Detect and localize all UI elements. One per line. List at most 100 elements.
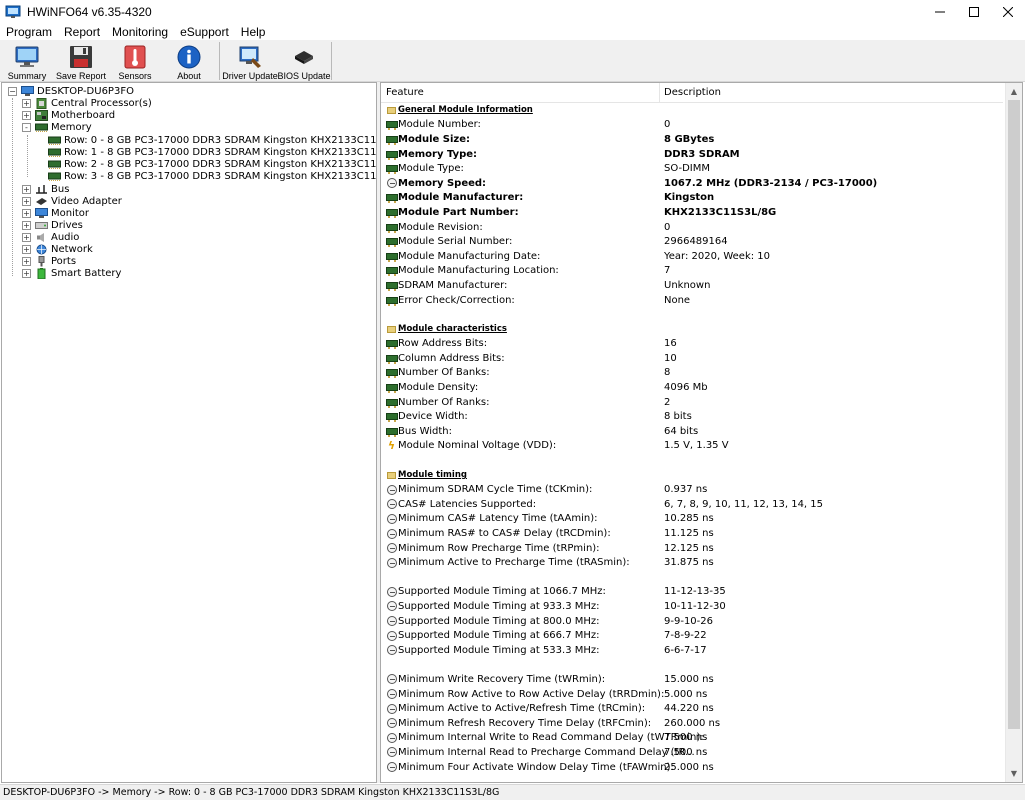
detail-row[interactable]: Error Check/Correction: None (381, 293, 1003, 308)
about-button[interactable]: About (170, 44, 208, 82)
detail-row[interactable]: Memory Speed: 1067.2 MHz (DDR3-2134 / PC3… (381, 176, 1003, 191)
detail-row[interactable]: Minimum Row Precharge Time (tRPmin): 12.1… (381, 541, 1003, 556)
detail-row[interactable]: Module Number: 0 (381, 118, 1003, 133)
detail-row[interactable]: CAS# Latencies Supported: 6, 7, 8, 9, 10,… (381, 497, 1003, 512)
detail-row[interactable]: Number Of Banks: 8 (381, 366, 1003, 381)
detail-row[interactable]: Minimum RAS# to CAS# Delay (tRCDmin): 11.… (381, 526, 1003, 541)
scroll-down-arrow[interactable]: ▼ (1006, 765, 1022, 782)
detail-row[interactable]: Memory Type: DDR3 SDRAM (381, 147, 1003, 162)
expand-toggle[interactable]: + (22, 208, 31, 218)
maximize-button[interactable] (957, 0, 991, 23)
detail-row[interactable]: Minimum Internal Read to Precharge Comma… (381, 745, 1003, 760)
detail-row[interactable]: Supported Module Timing at 800.0 MHz: 9-9… (381, 614, 1003, 629)
detail-row[interactable]: Module Part Number: KHX2133C11S3L/8G (381, 205, 1003, 220)
detail-row[interactable]: Supported Module Timing at 666.7 MHz: 7-8… (381, 628, 1003, 643)
collapse-toggle[interactable]: − (8, 86, 17, 96)
menu-esupport[interactable]: eSupport (174, 25, 235, 39)
vertical-scrollbar[interactable]: ▲ ▼ (1005, 83, 1022, 782)
menu-help[interactable]: Help (235, 25, 272, 39)
expand-toggle[interactable]: + (22, 268, 31, 278)
detail-row[interactable]: Supported Module Timing at 533.3 MHz: 6-6… (381, 643, 1003, 658)
detail-row[interactable]: Bus Width: 64 bits (381, 424, 1003, 439)
window-title: HWiNFO64 v6.35-4320 (27, 4, 152, 19)
bus-icon (36, 184, 47, 194)
detail-row[interactable]: Minimum Active to Precharge Time (tRASmi… (381, 555, 1003, 570)
detail-row[interactable]: Module Type: SO-DIMM (381, 161, 1003, 176)
clock-icon (385, 499, 398, 510)
feature-value: 12.125 ns (664, 542, 714, 554)
bios-update-button[interactable]: BIOS Update (277, 44, 331, 82)
detail-row[interactable]: Minimum Internal Write to Read Command D… (381, 731, 1003, 746)
scroll-up-arrow[interactable]: ▲ (1006, 83, 1022, 100)
section-header[interactable]: Module timing (381, 468, 1003, 483)
tree-item-memory[interactable]: - Memory (22, 121, 92, 133)
expand-toggle[interactable]: + (22, 98, 31, 108)
tree-item-audio[interactable]: + Audio (22, 231, 79, 243)
tree-root[interactable]: − DESKTOP-DU6P3FO (8, 85, 134, 97)
section-header[interactable]: General Module Information (381, 103, 1003, 118)
ram-module-icon (385, 353, 398, 364)
device-tree[interactable]: − DESKTOP-DU6P3FO + Central Processor(s)… (1, 82, 377, 783)
tree-item-smart-battery[interactable]: + Smart Battery (22, 267, 121, 279)
tree-item-cpu[interactable]: + Central Processor(s) (22, 97, 152, 109)
expand-toggle[interactable]: + (22, 110, 31, 120)
detail-row[interactable]: Column Address Bits: 10 (381, 351, 1003, 366)
detail-row[interactable]: Supported Module Timing at 933.3 MHz: 10-… (381, 599, 1003, 614)
tree-item-video-adapter[interactable]: + Video Adapter (22, 195, 122, 207)
tree-item-row-1[interactable]: Row: 1 - 8 GB PC3-17000 DDR3 SDRAM Kings… (48, 146, 376, 158)
expand-toggle[interactable]: + (22, 244, 31, 254)
detail-row[interactable]: Minimum Refresh Recovery Time Delay (tRF… (381, 716, 1003, 731)
detail-row[interactable]: Minimum Active to Active/Refresh Time (t… (381, 701, 1003, 716)
tree-item-row-0[interactable]: Row: 0 - 8 GB PC3-17000 DDR3 SDRAM Kings… (48, 134, 376, 146)
detail-row[interactable]: Number Of Ranks: 2 (381, 395, 1003, 410)
detail-row[interactable]: Minimum SDRAM Cycle Time (tCKmin): 0.937 … (381, 482, 1003, 497)
detail-row[interactable]: Supported Module Timing at 1066.7 MHz: 11… (381, 585, 1003, 600)
detail-row[interactable]: Module Manufacturing Location: 7 (381, 264, 1003, 279)
detail-row[interactable]: Minimum Four Activate Window Delay Time … (381, 760, 1003, 775)
detail-row[interactable]: Device Width: 8 bits (381, 409, 1003, 424)
section-header[interactable]: Module characteristics (381, 322, 1003, 337)
column-header-description[interactable]: Description (659, 83, 1003, 103)
tree-item-motherboard[interactable]: + Motherboard (22, 109, 115, 121)
detail-row[interactable]: Minimum Row Active to Row Active Delay (… (381, 687, 1003, 702)
menu-program[interactable]: Program (0, 25, 58, 39)
tree-item-drives[interactable]: + Drives (22, 219, 83, 231)
detail-row[interactable]: Minimum Write Recovery Time (tWRmin): 15.… (381, 672, 1003, 687)
detail-row[interactable]: Module Size: 8 GBytes (381, 132, 1003, 147)
feature-label: Module Manufacturing Date: (398, 250, 541, 262)
expand-toggle[interactable]: + (22, 256, 31, 266)
tree-item-bus[interactable]: + Bus (22, 183, 69, 195)
ram-module-icon (385, 207, 398, 218)
detail-row[interactable]: ϟ Module Nominal Voltage (VDD): 1.5 V, 1.3… (381, 439, 1003, 454)
save-report-button[interactable]: Save Report (56, 44, 106, 82)
expand-toggle[interactable]: + (22, 232, 31, 242)
tree-item-ports[interactable]: + Ports (22, 255, 76, 267)
tree-item-row-2[interactable]: Row: 2 - 8 GB PC3-17000 DDR3 SDRAM Kings… (48, 158, 376, 170)
detail-row[interactable]: Module Serial Number: 2966489164 (381, 234, 1003, 249)
menu-monitoring[interactable]: Monitoring (106, 25, 174, 39)
tree-item-monitor[interactable]: + Monitor (22, 207, 89, 219)
tree-item-row-3[interactable]: Row: 3 - 8 GB PC3-17000 DDR3 SDRAM Kings… (48, 170, 376, 182)
collapse-toggle[interactable]: - (22, 122, 31, 132)
ram-module-icon (385, 149, 398, 160)
summary-button[interactable]: Summary (6, 44, 48, 82)
column-header-feature[interactable]: Feature (381, 83, 659, 103)
detail-row[interactable]: SDRAM Manufacturer: Unknown (381, 278, 1003, 293)
expand-toggle[interactable]: + (22, 184, 31, 194)
detail-row[interactable]: Module Manufacturer: Kingston (381, 191, 1003, 206)
detail-row[interactable]: Row Address Bits: 16 (381, 337, 1003, 352)
detail-row[interactable]: Module Manufacturing Date: Year: 2020, We… (381, 249, 1003, 264)
scroll-thumb[interactable] (1008, 100, 1020, 729)
expand-toggle[interactable]: + (22, 196, 31, 206)
minimize-button[interactable] (923, 0, 957, 23)
detail-row[interactable]: Module Revision: 0 (381, 220, 1003, 235)
expand-toggle[interactable]: + (22, 220, 31, 230)
section-icon (385, 470, 398, 480)
menu-report[interactable]: Report (58, 25, 106, 39)
detail-row[interactable]: Minimum CAS# Latency Time (tAAmin): 10.28… (381, 512, 1003, 527)
detail-row[interactable]: Module Density: 4096 Mb (381, 380, 1003, 395)
tree-item-network[interactable]: + Network (22, 243, 93, 255)
driver-update-button[interactable]: Driver Update (222, 44, 278, 82)
close-button[interactable] (991, 0, 1025, 23)
sensors-button[interactable]: Sensors (116, 44, 154, 82)
